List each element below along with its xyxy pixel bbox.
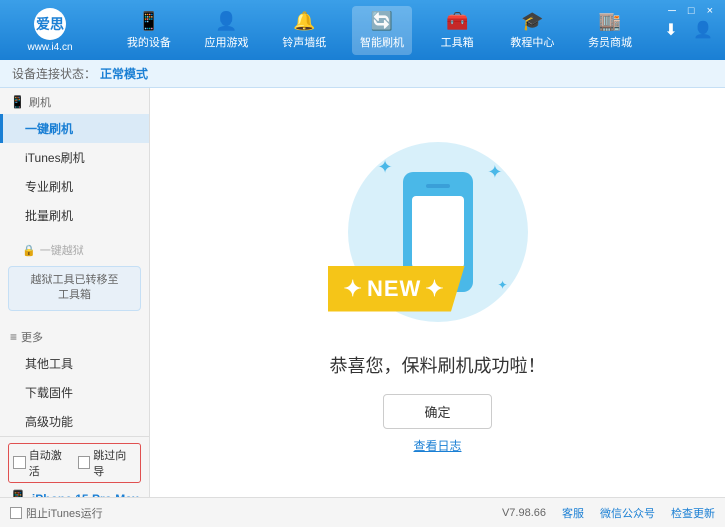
tutorials-icon: 🎓 — [521, 11, 543, 32]
sidebar-item-itunes-flash[interactable]: iTunes刷机 — [0, 143, 149, 172]
nav-my-device-label: 我的设备 — [127, 34, 171, 50]
sparkle-1: ✦ — [378, 157, 393, 178]
store-icon: 🏬 — [599, 11, 621, 32]
nav-smart-flash-label: 智能刷机 — [360, 34, 404, 50]
sparkle-2: ✦ — [487, 162, 502, 183]
nav-ringtones[interactable]: 🔔 铃声墙纸 — [274, 6, 334, 55]
close-btn[interactable]: × — [703, 4, 717, 18]
nav-tools-label: 工具箱 — [441, 34, 474, 50]
sidebar-disabled-jailbreak: 🔒 一键越狱 — [0, 238, 149, 262]
my-device-icon: 📱 — [138, 11, 160, 32]
status-bar: 设备连接状态： 正常模式 — [0, 60, 725, 88]
device-row: 📱 iPhone 15 Pro Max — [8, 487, 141, 497]
new-stars-left: ✦ — [344, 276, 363, 302]
lock-icon: 🔒 — [22, 244, 36, 257]
device-phone-icon: 📱 — [8, 489, 28, 497]
apps-icon: 👤 — [215, 11, 237, 32]
check-update-link[interactable]: 检查更新 — [671, 505, 715, 521]
nav-my-device[interactable]: 📱 我的设备 — [119, 6, 179, 55]
sidebar-item-download-fw[interactable]: 下载固件 — [0, 378, 149, 407]
more-section-icon: ≡ — [10, 330, 17, 344]
customer-service-link[interactable]: 客服 — [562, 505, 584, 521]
sidebar-item-one-key-flash[interactable]: 一键刷机 — [0, 114, 149, 143]
sidebar-item-batch-flash[interactable]: 批量刷机 — [0, 201, 149, 230]
nav-store[interactable]: 🏬 务员商城 — [580, 6, 640, 55]
auto-activate-checkbox[interactable]: 自动激活 — [13, 447, 72, 479]
auto-activate-row: 自动激活 跳过向导 — [8, 443, 141, 483]
ringtones-icon: 🔔 — [293, 11, 315, 32]
minimize-btn[interactable]: ─ — [664, 4, 680, 18]
main-layout: 📱 刷机 一键刷机 iTunes刷机 专业刷机 批量刷机 🔒 一键越狱 越狱工具… — [0, 88, 725, 497]
version-label: V7.98.66 — [502, 507, 546, 519]
footer: 阻止iTunes运行 V7.98.66 客服 微信公众号 检查更新 — [0, 497, 725, 527]
confirm-button[interactable]: 确定 — [383, 394, 491, 429]
phone-screen — [412, 196, 464, 268]
sidebar-section-flash: 📱 刷机 — [0, 88, 149, 114]
logo-icon: 爱思 — [34, 8, 66, 40]
phone-speaker — [426, 184, 450, 188]
nav-tutorials-label: 教程中心 — [510, 34, 554, 50]
maximize-btn[interactable]: □ — [684, 4, 699, 18]
sidebar-bottom: 自动激活 跳过向导 📱 iPhone 15 Pro Max 512GB iPho… — [0, 436, 149, 497]
user-icon[interactable]: 👤 — [691, 18, 715, 42]
no-itunes-checkbox[interactable] — [10, 507, 22, 519]
new-stars-right: ✦ — [425, 276, 444, 302]
new-text: NEW — [367, 276, 421, 302]
nav-tutorials[interactable]: 🎓 教程中心 — [502, 6, 562, 55]
header-right: ⬇ 👤 — [659, 18, 715, 42]
sidebar-item-pro-flash[interactable]: 专业刷机 — [0, 172, 149, 201]
no-itunes-label: 阻止iTunes运行 — [26, 505, 103, 521]
sidebar-item-advanced[interactable]: 高级功能 — [0, 407, 149, 436]
sidebar-jailbreak-notice: 越狱工具已转移至工具箱 — [8, 266, 141, 311]
sidebar-section-more: ≡ 更多 — [0, 323, 149, 349]
nav-tools[interactable]: 🧰 工具箱 — [430, 6, 485, 55]
smart-flash-icon: 🔄 — [371, 11, 393, 32]
guide-mode-box[interactable] — [78, 456, 91, 469]
logo-area: 爱思 www.i4.cn — [10, 8, 90, 53]
nav-apps[interactable]: 👤 应用游戏 — [197, 6, 257, 55]
nav-apps-label: 应用游戏 — [205, 34, 249, 50]
sparkle-3: ✦ — [497, 278, 507, 292]
new-banner: ✦ NEW ✦ — [328, 266, 465, 312]
view-log-link[interactable]: 查看日志 — [413, 437, 461, 454]
header: 爱思 www.i4.cn 📱 我的设备 👤 应用游戏 🔔 铃声墙纸 🔄 智能刷机… — [0, 0, 725, 60]
flash-section-label: 刷机 — [29, 94, 51, 110]
status-mode: 正常模式 — [100, 65, 148, 82]
flash-section-icon: 📱 — [10, 95, 25, 109]
download-icon[interactable]: ⬇ — [659, 18, 683, 42]
nav-ringtones-label: 铃声墙纸 — [282, 34, 326, 50]
guide-mode-label: 跳过向导 — [93, 447, 136, 479]
auto-activate-box[interactable] — [13, 456, 26, 469]
nav-smart-flash[interactable]: 🔄 智能刷机 — [352, 6, 412, 55]
wechat-official-link[interactable]: 微信公众号 — [600, 505, 655, 521]
footer-right: V7.98.66 客服 微信公众号 检查更新 — [502, 505, 715, 521]
success-illustration: ✦ ✦ ✦ ✦ NEW ✦ — [338, 132, 538, 332]
nav-store-label: 务员商城 — [588, 34, 632, 50]
sidebar: 📱 刷机 一键刷机 iTunes刷机 专业刷机 批量刷机 🔒 一键越狱 越狱工具… — [0, 88, 150, 497]
logo-url: www.i4.cn — [27, 42, 72, 53]
content-area: ✦ ✦ ✦ ✦ NEW ✦ 恭喜您，保料刷机成功啦！ 确定 查看日志 — [150, 88, 725, 497]
footer-left: 阻止iTunes运行 — [10, 505, 103, 521]
tools-icon: 🧰 — [446, 11, 468, 32]
status-prefix: 设备连接状态： — [12, 65, 96, 82]
sidebar-item-other-tools[interactable]: 其他工具 — [0, 349, 149, 378]
nav-items: 📱 我的设备 👤 应用游戏 🔔 铃声墙纸 🔄 智能刷机 🧰 工具箱 🎓 教程中心… — [110, 6, 649, 55]
device-name: iPhone 15 Pro Max — [32, 492, 139, 497]
guide-mode-checkbox[interactable]: 跳过向导 — [78, 447, 137, 479]
window-controls: ─ □ × — [664, 4, 717, 18]
auto-activate-label: 自动激活 — [29, 447, 72, 479]
success-message: 恭喜您，保料刷机成功啦！ — [330, 352, 546, 378]
